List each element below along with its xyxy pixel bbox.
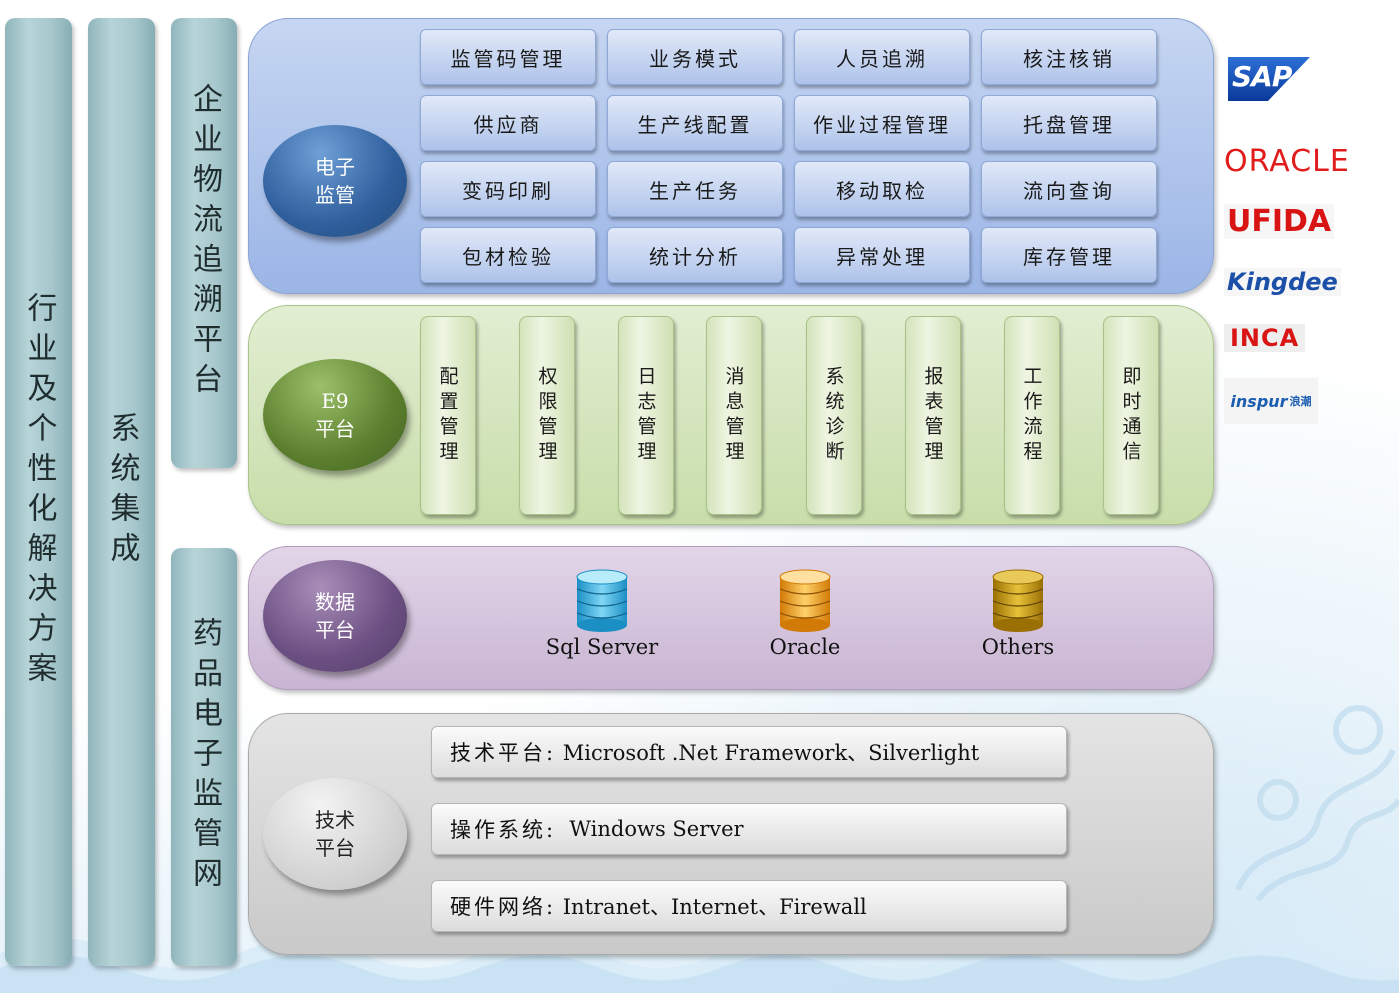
inspur-logo-text: inspur	[1230, 391, 1288, 411]
e9-platform-layer: E9 平台 配置管理 权限管理 日志管理 消息管理 系统诊断 报表管理 工作流程…	[248, 305, 1214, 525]
tech-platform-title: 技术 平台	[263, 778, 407, 890]
e9-module-label: 日志管理	[634, 365, 657, 466]
cloud-pattern-decoration	[1235, 705, 1399, 902]
module-button[interactable]: 异常处理	[794, 227, 970, 283]
module-button[interactable]: 监管码管理	[420, 29, 596, 85]
tech-row-value: Windows Server	[556, 817, 744, 841]
e9-module-label: 配置管理	[436, 365, 459, 466]
data-platform-title: 数据 平台	[263, 560, 407, 672]
module-button[interactable]: 人员追溯	[794, 29, 970, 85]
module-button[interactable]: 移动取检	[794, 161, 970, 217]
module-button[interactable]: 包材检验	[420, 227, 596, 283]
tech-row-label: 技术平台:	[450, 741, 557, 765]
database-label: Others	[981, 635, 1055, 659]
tech-row[interactable]: 硬件网络: Intranet、Internet、Firewall	[431, 880, 1067, 932]
e9-module-button[interactable]: 配置管理	[420, 316, 476, 515]
tech-row[interactable]: 操作系统: Windows Server	[431, 803, 1067, 855]
inspur-logo-cn: 浪潮	[1289, 395, 1312, 408]
tech-row-value: Microsoft .Net Framework、Silverlight	[556, 741, 980, 765]
database-label: Sql Server	[545, 635, 659, 659]
e9-module-label: 即时通信	[1119, 365, 1142, 466]
industry-solutions-column: 行业及个性化解决方案	[5, 18, 72, 966]
e9-module-button[interactable]: 权限管理	[519, 316, 575, 515]
e9-module-label: 系统诊断	[822, 365, 845, 466]
e-supervision-title: 电子 监管	[263, 125, 407, 237]
e9-module-label: 报表管理	[921, 365, 944, 466]
e9-module-button[interactable]: 报表管理	[905, 316, 961, 515]
tech-row-label: 操作系统:	[450, 818, 557, 842]
enterprise-platform-label: 企业物流追溯平台	[187, 83, 222, 403]
kingdee-logo: Kingdee	[1224, 268, 1341, 296]
tech-row-label: 硬件网络:	[450, 895, 557, 919]
tech-platform-layer: 技术 平台 技术平台: Microsoft .Net Framework、Sil…	[248, 713, 1214, 955]
module-button[interactable]: 统计分析	[607, 227, 783, 283]
module-button[interactable]: 生产任务	[607, 161, 783, 217]
module-button[interactable]: 托盘管理	[981, 95, 1157, 151]
module-button[interactable]: 作业过程管理	[794, 95, 970, 151]
inca-logo: INCA	[1224, 324, 1306, 352]
module-button[interactable]: 业务模式	[607, 29, 783, 85]
tech-row-value: Intranet、Internet、Firewall	[556, 895, 867, 919]
system-integration-label: 系统集成	[104, 412, 140, 572]
e9-module-button[interactable]: 日志管理	[618, 316, 674, 515]
e9-module-button[interactable]: 系统诊断	[806, 316, 862, 515]
inspur-logo: inspur 浪潮	[1224, 378, 1318, 424]
module-button[interactable]: 生产线配置	[607, 95, 783, 151]
database-item[interactable]: Oracle	[745, 569, 865, 659]
sql-server-database-icon	[576, 569, 628, 632]
module-button[interactable]: 流向查询	[981, 161, 1157, 217]
sap-logo-text: SAP	[1232, 60, 1292, 93]
sap-logo: SAP	[1228, 57, 1310, 101]
others-database-icon	[992, 569, 1044, 632]
oracle-logo: ORACLE	[1224, 144, 1350, 179]
e9-module-label: 权限管理	[535, 365, 558, 466]
database-item[interactable]: Others	[958, 569, 1078, 659]
module-button[interactable]: 供应商	[420, 95, 596, 151]
drug-supervision-network-column: 药品电子监管网	[171, 548, 237, 966]
data-platform-layer: 数据 平台 Sql Server Oracle Others	[248, 546, 1214, 690]
module-button[interactable]: 核注核销	[981, 29, 1157, 85]
database-item[interactable]: Sql Server	[542, 569, 662, 659]
tech-row[interactable]: 技术平台: Microsoft .Net Framework、Silverlig…	[431, 726, 1067, 778]
e9-platform-title: E9 平台	[263, 359, 407, 471]
e9-module-button[interactable]: 即时通信	[1103, 316, 1159, 515]
database-label: Oracle	[769, 635, 841, 659]
ufida-logo: UFIDA	[1224, 204, 1335, 239]
module-button[interactable]: 库存管理	[981, 227, 1157, 283]
e-supervision-layer: 电子 监管 监管码管理 业务模式 人员追溯 核注核销 供应商 生产线配置 作业过…	[248, 18, 1214, 294]
oracle-database-icon	[779, 569, 831, 632]
drug-supervision-network-label: 药品电子监管网	[187, 617, 222, 897]
e9-module-label: 工作流程	[1020, 365, 1043, 466]
e9-module-label: 消息管理	[722, 365, 745, 466]
system-integration-column: 系统集成	[88, 18, 155, 966]
enterprise-platform-column: 企业物流追溯平台	[171, 18, 237, 468]
industry-solutions-label: 行业及个性化解决方案	[21, 292, 57, 692]
e9-module-button[interactable]: 消息管理	[706, 316, 762, 515]
e9-module-button[interactable]: 工作流程	[1004, 316, 1060, 515]
module-button[interactable]: 变码印刷	[420, 161, 596, 217]
